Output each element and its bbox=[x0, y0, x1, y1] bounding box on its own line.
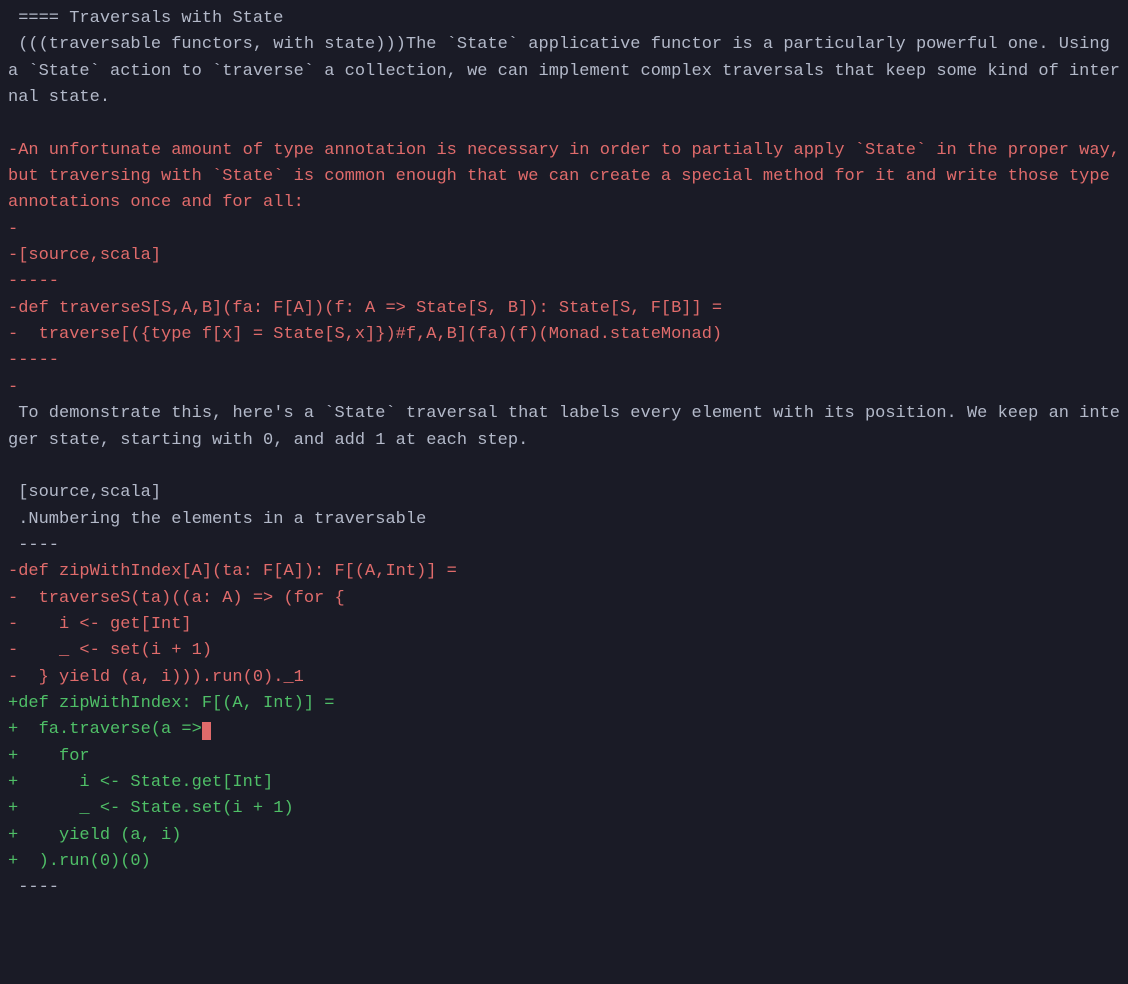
diff-line: +def zipWithIndex: F[(A, Int)] = bbox=[0, 691, 1128, 717]
diff-line: -[source,scala] bbox=[0, 243, 1128, 269]
diff-line: ==== Traversals with State bbox=[0, 6, 1128, 32]
diff-line bbox=[0, 454, 1128, 480]
diff-line: + yield (a, i) bbox=[0, 823, 1128, 849]
diff-editor[interactable]: ==== Traversals with State (((traversabl… bbox=[0, 0, 1128, 902]
diff-line: [source,scala] bbox=[0, 480, 1128, 506]
diff-line: + i <- State.get[Int] bbox=[0, 770, 1128, 796]
diff-line: + _ <- State.set(i + 1) bbox=[0, 796, 1128, 822]
diff-line: To demonstrate this, here's a `State` tr… bbox=[0, 401, 1128, 454]
diff-line: - bbox=[0, 217, 1128, 243]
diff-line: - traverseS(ta)((a: A) => (for { bbox=[0, 586, 1128, 612]
diff-line: -An unfortunate amount of type annotatio… bbox=[0, 138, 1128, 217]
diff-line: - traverse[({type f[x] = State[S,x]})#f,… bbox=[0, 322, 1128, 348]
diff-line: - } yield (a, i))).run(0)._1 bbox=[0, 665, 1128, 691]
text-cursor bbox=[202, 722, 211, 741]
diff-line: ----- bbox=[0, 348, 1128, 374]
diff-line: .Numbering the elements in a traversable bbox=[0, 507, 1128, 533]
diff-line: -def traverseS[S,A,B](fa: F[A])(f: A => … bbox=[0, 296, 1128, 322]
diff-line: + for bbox=[0, 744, 1128, 770]
diff-line: + ).run(0)(0) bbox=[0, 849, 1128, 875]
diff-line: ----- bbox=[0, 269, 1128, 295]
diff-line: - _ <- set(i + 1) bbox=[0, 638, 1128, 664]
diff-line: -def zipWithIndex[A](ta: F[A]): F[(A,Int… bbox=[0, 559, 1128, 585]
diff-line: - bbox=[0, 375, 1128, 401]
diff-line: ---- bbox=[0, 533, 1128, 559]
diff-line: + fa.traverse(a => bbox=[0, 717, 1128, 743]
diff-line: (((traversable functors, with state)))Th… bbox=[0, 32, 1128, 111]
diff-line: ---- bbox=[0, 875, 1128, 901]
diff-line: - i <- get[Int] bbox=[0, 612, 1128, 638]
diff-line bbox=[0, 111, 1128, 137]
